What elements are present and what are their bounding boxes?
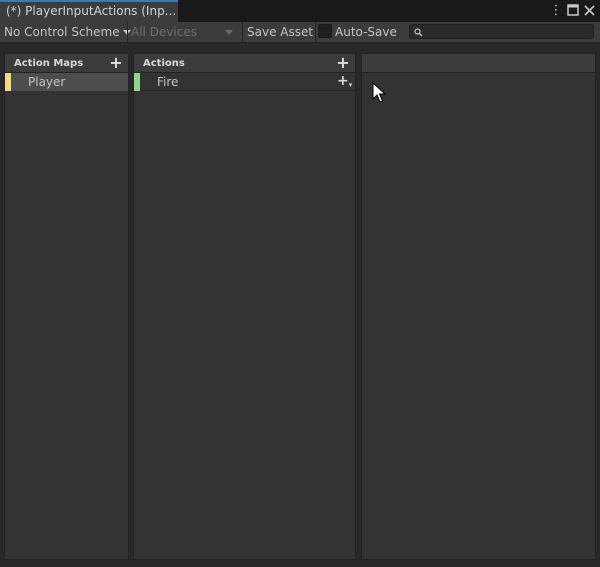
toolbar-divider bbox=[242, 22, 243, 42]
devices-dropdown[interactable]: All Devices bbox=[131, 22, 239, 42]
save-asset-button[interactable]: Save Asset bbox=[247, 22, 313, 42]
auto-save-checkbox[interactable] bbox=[318, 24, 332, 38]
search-input[interactable] bbox=[409, 24, 594, 39]
control-scheme-label: No Control Scheme bbox=[4, 25, 120, 39]
devices-label: All Devices bbox=[131, 25, 197, 39]
save-asset-label: Save Asset bbox=[247, 25, 314, 39]
action-item-fire[interactable]: Fire +▾ bbox=[134, 73, 355, 91]
actions-title: Actions bbox=[143, 58, 185, 69]
action-color-swatch bbox=[134, 73, 140, 91]
properties-header bbox=[362, 54, 595, 73]
action-maps-header: Action Maps + bbox=[5, 54, 128, 73]
cursor-icon bbox=[372, 82, 386, 103]
action-maps-pane: Action Maps + Player bbox=[4, 53, 129, 560]
action-maps-title: Action Maps bbox=[14, 58, 84, 69]
plus-icon[interactable]: + bbox=[108, 54, 124, 72]
control-scheme-dropdown[interactable]: No Control Scheme bbox=[4, 22, 131, 42]
action-map-item-player[interactable]: Player bbox=[5, 73, 128, 91]
plus-icon[interactable]: + bbox=[335, 54, 351, 72]
action-map-color-swatch bbox=[5, 73, 11, 91]
action-label: Fire bbox=[157, 75, 179, 89]
window-tab-title: (*) PlayerInputActions (Inp... bbox=[6, 4, 177, 18]
window-tab[interactable]: (*) PlayerInputActions (Inp... bbox=[0, 0, 178, 22]
close-icon[interactable] bbox=[581, 2, 597, 19]
auto-save-label: Auto-Save bbox=[335, 25, 397, 39]
search-icon bbox=[414, 28, 423, 37]
vertical-ellipsis-icon[interactable]: ⋮ bbox=[548, 2, 564, 19]
properties-pane bbox=[361, 53, 596, 560]
action-map-label: Player bbox=[28, 75, 66, 89]
actions-pane: Actions + Fire +▾ bbox=[133, 53, 356, 560]
chevron-down-icon bbox=[225, 30, 233, 35]
toolbar-divider bbox=[127, 22, 128, 42]
toolbar-divider bbox=[315, 22, 316, 42]
plus-dropdown-icon[interactable]: +▾ bbox=[337, 73, 352, 91]
maximize-icon[interactable] bbox=[565, 2, 581, 19]
actions-header: Actions + bbox=[134, 54, 355, 73]
